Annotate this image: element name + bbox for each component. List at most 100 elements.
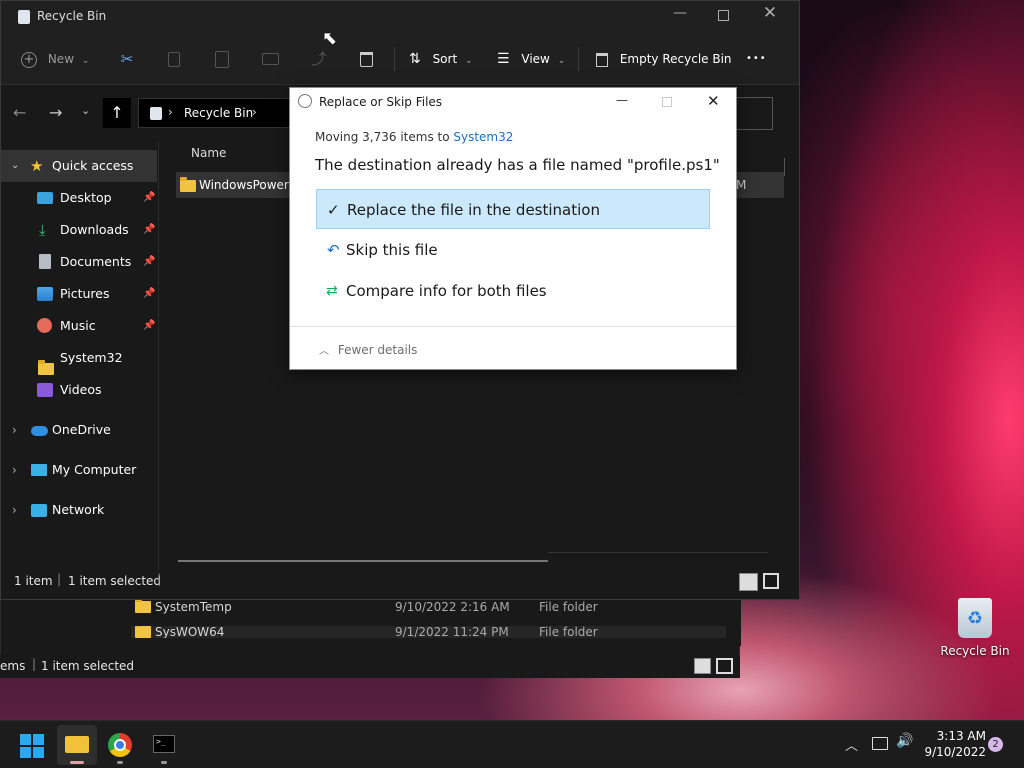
clock-icon bbox=[298, 94, 312, 108]
empty-recycle-bin-button[interactable]: Empty Recycle Bin bbox=[596, 43, 732, 75]
sidebar-item-label: Desktop bbox=[60, 190, 112, 205]
sidebar-item-documents[interactable]: Documents 📌 bbox=[1, 246, 157, 278]
cloud-icon bbox=[31, 426, 48, 436]
show-hidden-icons-button[interactable]: ︿ bbox=[845, 735, 858, 754]
view-button[interactable]: ☰ View ⌄ bbox=[497, 43, 565, 75]
sidebar-item-onedrive[interactable]: › OneDrive bbox=[1, 414, 157, 446]
sidebar-item-my-computer[interactable]: › My Computer bbox=[1, 454, 157, 486]
view-icon: ☰ bbox=[497, 51, 510, 67]
navigation-pane: ⌄ ★ Quick access Desktop 📌 ⤓ Downloads 📌… bbox=[1, 142, 159, 570]
back-button[interactable]: ← bbox=[13, 103, 26, 122]
background-status-bar: ems | 1 item selected bbox=[0, 655, 740, 678]
pictures-icon bbox=[37, 287, 53, 301]
dialog-title: Replace or Skip Files bbox=[319, 95, 443, 109]
compare-files-option[interactable]: ⇄ Compare info for both files bbox=[316, 271, 710, 311]
chevron-right-icon: › bbox=[12, 503, 17, 517]
sidebar-item-label: Documents bbox=[60, 254, 132, 269]
list-item[interactable]: SysWOW64 9/1/2022 11:24 PM File folder bbox=[131, 626, 726, 638]
sidebar-item-network[interactable]: › Network bbox=[1, 494, 157, 526]
chrome-icon bbox=[114, 739, 126, 751]
clock[interactable]: 3:13 AM 9/10/2022 bbox=[920, 728, 986, 760]
windows-icon bbox=[20, 734, 31, 745]
file-date: 9/1/2022 11:24 PM bbox=[395, 626, 509, 638]
chevron-right-icon: › bbox=[252, 105, 257, 119]
dialog-title-bar[interactable]: Replace or Skip Files — ✕ bbox=[290, 88, 736, 116]
folder-icon bbox=[180, 177, 196, 192]
sidebar-item-downloads[interactable]: ⤓ Downloads 📌 bbox=[1, 214, 157, 246]
tiles-view-button[interactable] bbox=[716, 658, 733, 674]
fewer-details-label: Fewer details bbox=[337, 343, 418, 357]
mouse-cursor: ⬉ bbox=[322, 28, 338, 49]
chevron-down-icon: ⌄ bbox=[465, 56, 473, 66]
breadcrumb[interactable]: Recycle Bin bbox=[184, 106, 253, 120]
paste-icon[interactable] bbox=[215, 51, 229, 68]
running-indicator bbox=[161, 761, 167, 764]
up-button[interactable]: ↑ bbox=[103, 98, 131, 128]
details-view-button[interactable] bbox=[739, 573, 758, 591]
chevron-down-icon: ⌄ bbox=[557, 56, 566, 66]
tiles-view-button[interactable] bbox=[763, 573, 779, 589]
clock-time: 3:13 AM bbox=[936, 729, 986, 743]
skip-file-option[interactable]: ↶ Skip this file bbox=[316, 230, 710, 270]
network-icon bbox=[31, 504, 47, 517]
network-icon[interactable] bbox=[872, 737, 888, 750]
toolbar-divider bbox=[578, 47, 579, 71]
search-input[interactable] bbox=[737, 97, 773, 130]
chevron-down-icon: ⌄ bbox=[81, 56, 90, 66]
sidebar-item-videos[interactable]: Videos bbox=[1, 374, 157, 406]
moving-text: Moving 3,736 items to bbox=[315, 130, 454, 144]
file-type: File folder bbox=[539, 626, 598, 638]
file-name: SysWOW64 bbox=[155, 626, 225, 638]
close-button[interactable]: ✕ bbox=[707, 92, 720, 110]
title-bar[interactable]: Recycle Bin — ✕ bbox=[1, 1, 799, 33]
status-divider: | bbox=[157, 572, 162, 586]
sidebar-item-system32[interactable]: System32 bbox=[1, 342, 157, 375]
horizontal-scrollbar[interactable] bbox=[178, 560, 548, 562]
fewer-details-button[interactable]: ︿ Fewer details bbox=[319, 342, 417, 357]
delete-icon[interactable] bbox=[360, 52, 373, 67]
copy-icon[interactable] bbox=[168, 52, 180, 67]
new-button[interactable]: + New ⌄ bbox=[21, 43, 89, 75]
sidebar-item-pictures[interactable]: Pictures 📌 bbox=[1, 278, 157, 310]
desktop-icon-recycle-bin[interactable]: ♻ Recycle Bin bbox=[940, 594, 1010, 664]
option-label: Skip this file bbox=[346, 241, 438, 259]
sidebar-item-label: Music bbox=[60, 318, 96, 333]
maximize-button[interactable] bbox=[718, 10, 729, 21]
destination-link[interactable]: System32 bbox=[453, 130, 513, 144]
forward-button[interactable]: → bbox=[49, 103, 62, 122]
rename-icon[interactable] bbox=[262, 53, 279, 65]
recent-locations-button[interactable]: ⌄ bbox=[81, 104, 90, 117]
start-button[interactable] bbox=[20, 734, 44, 758]
volume-icon[interactable]: 🔊 bbox=[896, 733, 913, 749]
status-selected: 1 item selected bbox=[68, 574, 162, 588]
clock-date: 9/10/2022 bbox=[924, 745, 986, 759]
recycle-bin-icon bbox=[18, 10, 30, 24]
window-title: Recycle Bin bbox=[37, 9, 107, 23]
details-view-button[interactable] bbox=[694, 658, 711, 674]
sidebar-item-label: OneDrive bbox=[52, 422, 111, 437]
maximize-button bbox=[662, 97, 672, 107]
replace-file-option[interactable]: ✓ Replace the file in the destination bbox=[316, 189, 710, 229]
address-bar[interactable]: › Recycle Bin › bbox=[138, 98, 291, 128]
taskbar-chrome[interactable] bbox=[108, 733, 132, 757]
sidebar-item-quick-access[interactable]: ⌄ ★ Quick access bbox=[1, 150, 157, 182]
minimize-button[interactable]: — bbox=[616, 93, 628, 107]
column-header-name[interactable]: Name bbox=[191, 146, 226, 160]
cut-icon[interactable]: ✂ bbox=[118, 43, 136, 75]
taskbar-file-explorer[interactable] bbox=[57, 725, 97, 765]
sidebar-item-label: Pictures bbox=[60, 286, 110, 301]
sidebar-item-label: My Computer bbox=[52, 462, 137, 477]
more-options-button[interactable]: ••• bbox=[746, 43, 767, 75]
close-button[interactable]: ✕ bbox=[759, 3, 781, 27]
sidebar-item-music[interactable]: Music 📌 bbox=[1, 310, 157, 342]
star-icon: ★ bbox=[30, 157, 44, 175]
sidebar-item-desktop[interactable]: Desktop 📌 bbox=[1, 182, 157, 214]
file-date: M bbox=[736, 178, 747, 192]
notification-badge[interactable]: 2 bbox=[988, 737, 1003, 752]
taskbar-terminal[interactable]: >_ bbox=[153, 735, 175, 753]
sort-button[interactable]: ⇅ Sort ⌄ bbox=[409, 43, 473, 75]
minimize-button[interactable]: — bbox=[669, 5, 691, 27]
option-label: Compare info for both files bbox=[346, 282, 547, 300]
compare-icon: ⇄ bbox=[326, 283, 338, 299]
sidebar-item-label: Videos bbox=[60, 382, 102, 397]
